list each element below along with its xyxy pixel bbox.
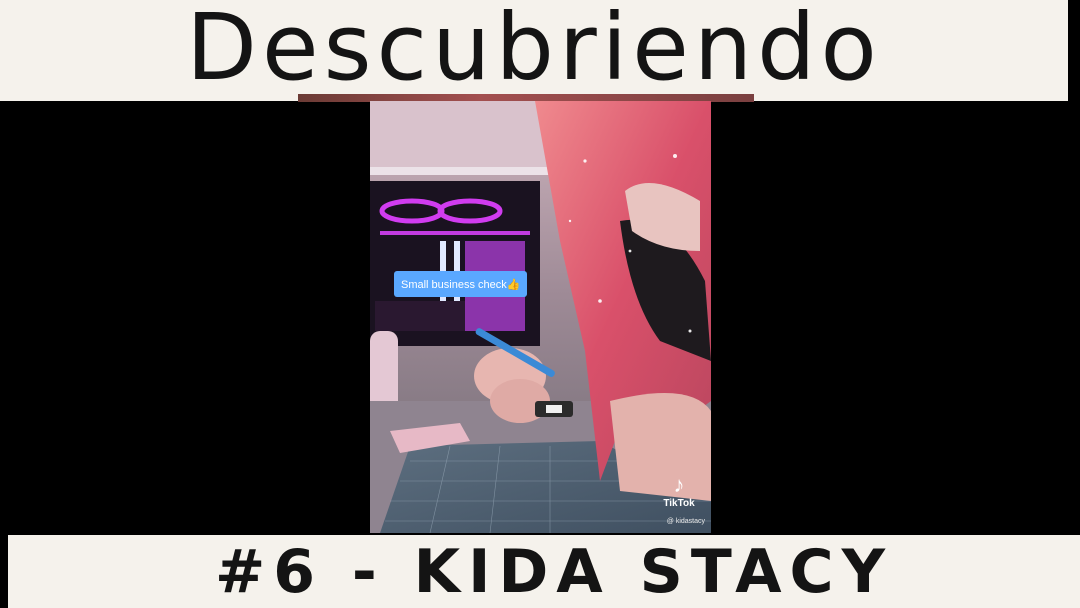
caption-sticker: Small business check👍 [394, 271, 528, 297]
page-title: Descubriendo [186, 0, 882, 101]
video-still [370, 101, 711, 533]
subtitle-banner: #6 - KIDA STACY [8, 535, 1080, 608]
tiktok-note-icon: ♪ [673, 472, 685, 497]
episode-title: #6 - KIDA STACY [214, 536, 894, 607]
tiktok-watermark: ♪ TikTok [659, 472, 699, 510]
title-banner: Descubriendo [0, 0, 1068, 101]
tiktok-label: TikTok [663, 498, 695, 509]
tiktok-handle: @ kidastacy [666, 518, 705, 525]
video-frame[interactable]: Small business check👍 ♪ TikTok @ kidasta… [370, 101, 711, 533]
